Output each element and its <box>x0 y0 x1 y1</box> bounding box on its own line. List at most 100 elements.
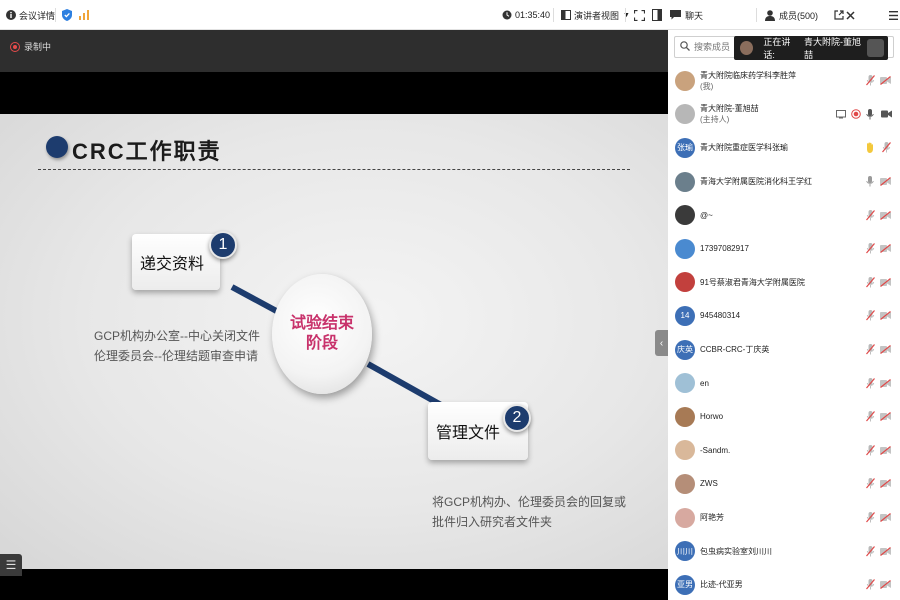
member-row[interactable]: -Sandm. <box>668 434 900 468</box>
camera-off-icon[interactable] <box>880 244 892 254</box>
avatar <box>675 272 695 293</box>
member-row[interactable]: 17397082917 <box>668 232 900 266</box>
camera-off-icon[interactable] <box>880 378 892 388</box>
split-view-button[interactable] <box>652 0 662 30</box>
member-row[interactable]: 张瑜 青大附院重症医学科张瑜 <box>668 131 900 165</box>
member-name: 比迹-代亚男 <box>700 580 743 590</box>
divider <box>756 8 757 22</box>
member-row[interactable]: 川川 包虫病实验室刘川川 <box>668 534 900 568</box>
member-name-block: 包虫病实验室刘川川 <box>700 546 772 557</box>
camera-off-icon[interactable] <box>880 580 892 590</box>
avatar <box>675 104 695 125</box>
microphone-icon[interactable] <box>865 176 875 188</box>
camera-off-icon[interactable] <box>880 479 892 489</box>
avatar: 川川 <box>675 541 695 562</box>
mic-muted-icon[interactable] <box>865 310 875 322</box>
chat-button[interactable]: 聊天 <box>670 0 703 30</box>
mic-muted-icon[interactable] <box>865 243 875 255</box>
mic-muted-icon[interactable] <box>865 75 875 87</box>
security-shield-button[interactable] <box>62 0 72 30</box>
member-row[interactable]: 91号蔡淑君青海大学附属医院 <box>668 266 900 300</box>
camera-icon[interactable] <box>880 109 892 119</box>
camera-off-icon[interactable] <box>880 445 892 455</box>
member-name-block: @~ <box>700 210 713 221</box>
meeting-details-button[interactable]: 会议详情 <box>6 0 55 30</box>
member-row[interactable]: 庆英 CCBR-CRC-丁庆英 <box>668 333 900 367</box>
stage-circle: 试验结束 阶段 <box>272 274 372 394</box>
step1-desc-line1: GCP机构办公室--中心关闭文件 <box>94 329 260 343</box>
mic-muted-icon[interactable] <box>865 377 875 389</box>
member-name: @~ <box>700 210 713 220</box>
step2-desc-line1: 将GCP机构办、伦理委员会的回复或 <box>432 495 627 509</box>
mic-muted-icon[interactable] <box>865 579 875 591</box>
fullscreen-icon <box>634 9 645 21</box>
member-row[interactable]: 亚男 比迹-代亚男 <box>668 568 900 600</box>
members-button[interactable]: 成员(500) <box>765 0 818 30</box>
member-name-block: -Sandm. <box>700 445 730 456</box>
meeting-timer: 01:35:40 <box>502 0 550 30</box>
mic-muted-icon[interactable] <box>865 512 875 524</box>
camera-off-icon[interactable] <box>880 412 892 422</box>
camera-off-icon[interactable] <box>880 76 892 86</box>
avatar <box>675 406 695 427</box>
collapse-panel-tab[interactable]: ‹ <box>655 330 668 356</box>
member-row[interactable]: 14 945480314 <box>668 299 900 333</box>
avatar <box>675 171 695 192</box>
member-row[interactable]: @~ <box>668 198 900 232</box>
recording-indicator[interactable]: 录制中 <box>10 40 51 53</box>
member-row[interactable]: en <box>668 366 900 400</box>
microphone-icon[interactable] <box>865 108 875 120</box>
external-window-icon <box>834 10 844 20</box>
info-icon <box>6 10 16 20</box>
divider <box>55 8 56 22</box>
step1-description: GCP机构办公室--中心关闭文件 伦理委员会--伦理结题审查申请 <box>94 326 260 366</box>
member-row[interactable]: 阿艳芳 <box>668 501 900 535</box>
member-name-block: en <box>700 378 709 389</box>
member-name-block: 青大附院重症医学科张瑜 <box>700 142 788 153</box>
camera-off-icon[interactable] <box>880 513 892 523</box>
member-name: 青大附院重症医学科张瑜 <box>700 143 788 153</box>
member-row[interactable]: Horwo <box>668 400 900 434</box>
step2-description: 将GCP机构办、伦理委员会的回复或 批件归入研究者文件夹 <box>432 492 626 532</box>
person-icon <box>765 9 775 21</box>
camera-off-icon[interactable] <box>880 210 892 220</box>
member-role: (我) <box>700 81 714 91</box>
step2-number: 2 <box>503 404 531 432</box>
member-name: ZWS <box>700 479 718 489</box>
speaker-avatar <box>740 41 754 55</box>
member-name: 青大附院-董旭喆 <box>700 104 759 114</box>
member-name: Horwo <box>700 412 724 422</box>
slide-list-button[interactable]: ☰ <box>0 554 22 576</box>
camera-off-icon[interactable] <box>880 277 892 287</box>
view-mode-dropdown[interactable]: 演讲者视图 ▼ <box>561 0 630 30</box>
mic-muted-icon[interactable] <box>865 344 875 356</box>
avatar <box>675 238 695 259</box>
pop-out-button[interactable] <box>834 0 844 30</box>
divider <box>625 8 626 22</box>
mic-muted-icon[interactable] <box>865 444 875 456</box>
more-menu-button[interactable] <box>889 0 898 30</box>
signal-strength-indicator[interactable] <box>79 0 89 30</box>
mic-muted-icon[interactable] <box>865 209 875 221</box>
member-name-block: 青大附院-董旭喆 (主持人) <box>700 103 759 125</box>
mic-muted-icon[interactable] <box>865 478 875 490</box>
camera-off-icon[interactable] <box>880 311 892 321</box>
close-panel-button[interactable] <box>846 0 855 30</box>
mic-muted-icon[interactable] <box>865 276 875 288</box>
member-row[interactable]: 青海大学附属医院消化科王学红 <box>668 165 900 199</box>
member-row[interactable]: 青大附院临床药学科李胜萍 (我) <box>668 64 900 98</box>
step1-desc-line2: 伦理委员会--伦理结题审查申请 <box>94 349 258 363</box>
camera-off-icon[interactable] <box>880 546 892 556</box>
member-name: 包虫病实验室刘川川 <box>700 546 772 556</box>
member-row[interactable]: ZWS <box>668 467 900 501</box>
avatar <box>675 205 695 226</box>
member-name-block: 945480314 <box>700 310 740 321</box>
stage-title-line2: 阶段 <box>305 335 338 352</box>
fullscreen-button[interactable] <box>634 0 645 30</box>
mic-muted-icon[interactable] <box>880 142 892 153</box>
camera-off-icon[interactable] <box>880 177 892 187</box>
member-row[interactable]: 青大附院-董旭喆 (主持人) <box>668 98 900 132</box>
mic-muted-icon[interactable] <box>865 411 875 423</box>
mic-muted-icon[interactable] <box>865 545 875 557</box>
camera-off-icon[interactable] <box>880 345 892 355</box>
